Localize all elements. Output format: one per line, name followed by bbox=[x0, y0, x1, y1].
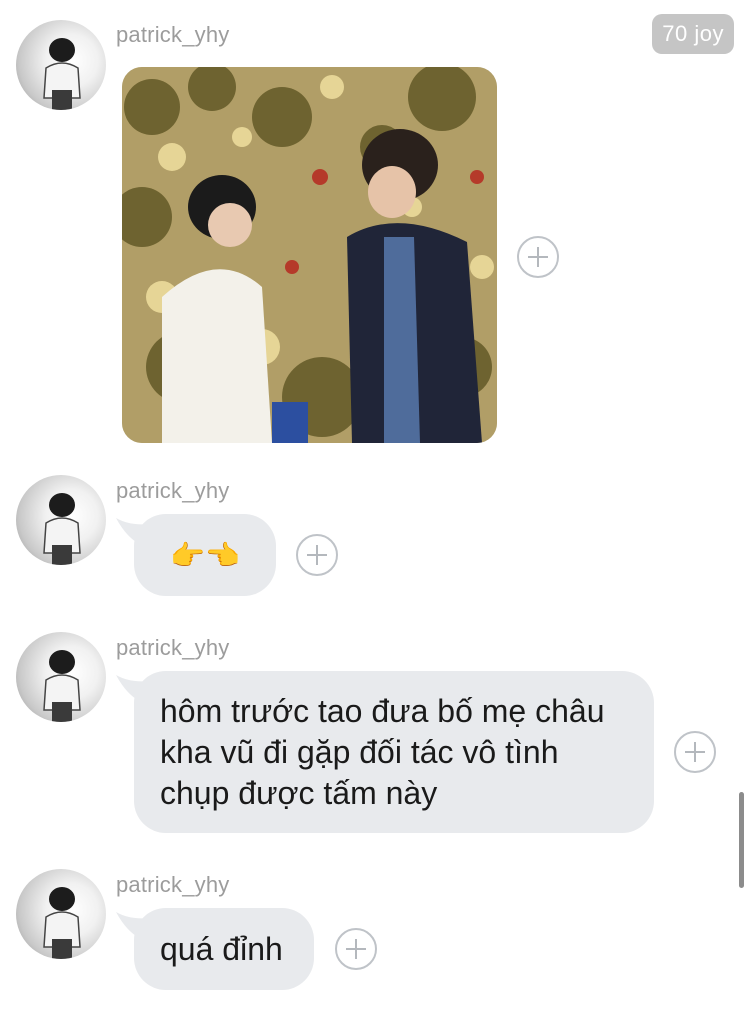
avatar[interactable] bbox=[16, 20, 106, 110]
shared-photo[interactable] bbox=[122, 67, 497, 443]
add-reaction-button[interactable] bbox=[674, 731, 716, 773]
message-bubble[interactable]: quá đỉnh bbox=[134, 908, 314, 990]
joy-count-badge: 70 joy bbox=[652, 14, 734, 54]
scrollbar[interactable] bbox=[739, 792, 744, 888]
add-reaction-button[interactable] bbox=[517, 236, 559, 278]
avatar[interactable] bbox=[16, 632, 106, 722]
message-line: kha vũ đi gặp đối tác vô tình bbox=[160, 734, 559, 770]
add-reaction-button[interactable] bbox=[296, 534, 338, 576]
message-text: quá đỉnh bbox=[160, 930, 283, 967]
username[interactable]: patrick_yhy bbox=[116, 22, 229, 48]
username[interactable]: patrick_yhy bbox=[116, 872, 229, 898]
avatar[interactable] bbox=[16, 869, 106, 959]
message-line: chụp được tấm này bbox=[160, 775, 438, 811]
add-reaction-button[interactable] bbox=[335, 928, 377, 970]
message-bubble[interactable]: 👉👈 bbox=[134, 514, 276, 596]
avatar[interactable] bbox=[16, 475, 106, 565]
message-text: 👉👈 bbox=[170, 538, 240, 572]
username[interactable]: patrick_yhy bbox=[116, 635, 229, 661]
username[interactable]: patrick_yhy bbox=[116, 478, 229, 504]
message-bubble[interactable]: hôm trước tao đưa bố mẹ châu kha vũ đi g… bbox=[134, 671, 654, 833]
message-line: hôm trước tao đưa bố mẹ châu bbox=[160, 693, 605, 729]
